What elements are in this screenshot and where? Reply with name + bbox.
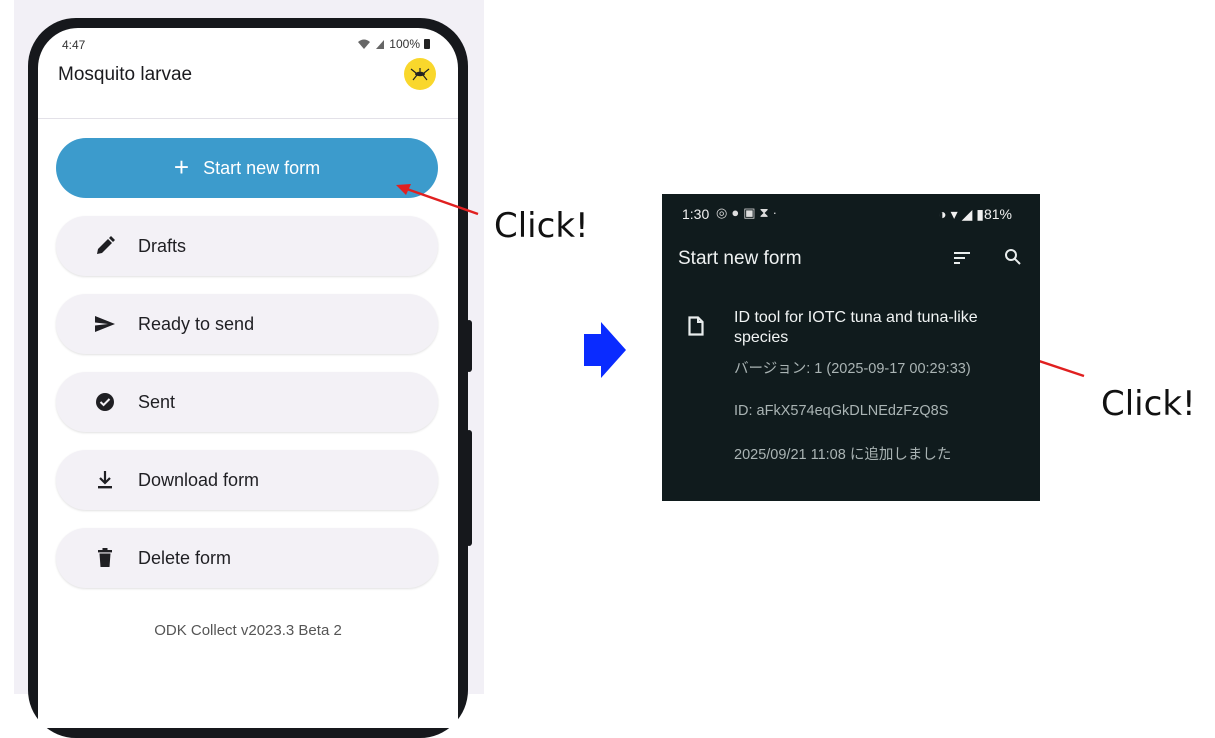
notification-icons: ◎●▣⧗· <box>716 205 781 221</box>
page-title: Start new form <box>678 248 802 269</box>
pencil-icon <box>90 236 120 256</box>
form-added-date: 2025/09/21 11:08 に追加しました <box>734 447 952 463</box>
hourglass-icon: ⧗ <box>759 205 773 220</box>
signal-icon: ◢ <box>961 206 973 222</box>
delete-form-label: Delete form <box>138 547 232 568</box>
form-title: ID tool for IOTC tuna and tuna-like spec… <box>734 309 978 346</box>
form-version: バージョン: 1 (2025-09-17 00:29:33) <box>734 361 971 377</box>
download-form-button[interactable]: Download form <box>56 450 438 510</box>
trash-icon <box>90 548 120 568</box>
signal-icon <box>376 39 385 49</box>
search-icon[interactable] <box>1004 248 1022 271</box>
start-new-form-button[interactable]: + Start new form <box>56 138 438 198</box>
dot-icon: · <box>772 205 781 220</box>
send-icon <box>90 315 120 333</box>
status-time: 1:30 <box>682 206 710 222</box>
page-title: Mosquito larvae <box>58 64 193 85</box>
download-icon <box>90 470 120 490</box>
wifi-icon: ▾ <box>950 206 958 222</box>
whatsapp-icon: ◎ <box>716 205 732 220</box>
appbar-divider <box>38 118 458 119</box>
drafts-button[interactable]: Drafts <box>56 216 438 276</box>
battery-icon: ▮ <box>976 206 984 222</box>
sent-button[interactable]: Sent <box>56 372 438 432</box>
battery-percent: 81% <box>983 206 1012 222</box>
ready-to-send-label: Ready to send <box>138 313 255 334</box>
delete-form-button[interactable]: Delete form <box>56 528 438 588</box>
wifi-icon <box>358 39 371 49</box>
sort-icon[interactable] <box>954 250 972 270</box>
phone-screen: 4:47 100% Mosquito larvae + Start new fo… <box>38 28 458 728</box>
start-new-form-screen: 1:30 ◎●▣⧗· ◑ ▾ ◢ ▮81% Start new form ID … <box>662 194 1040 501</box>
sent-label: Sent <box>138 391 176 412</box>
drafts-label: Drafts <box>138 235 187 256</box>
blue-next-arrow <box>584 322 626 378</box>
start-new-form-label: Start new form <box>203 157 321 178</box>
document-icon <box>688 316 704 341</box>
form-id: ID: aFkX574eqGkDLNEdzFzQ8S <box>734 403 949 419</box>
battery-icon <box>424 39 430 49</box>
status-bar: 4:47 100% <box>38 28 458 58</box>
click-annotation-left: Click! <box>494 206 589 246</box>
check-circle-icon <box>90 392 120 412</box>
status-indicators: ◑ ▾ ◢ ▮81% <box>938 206 1012 223</box>
status-indicators: 100% <box>357 37 430 51</box>
phone-side-button <box>466 320 472 372</box>
app-version: ODK Collect v2023.3 Beta 2 <box>154 622 342 639</box>
chat-icon: ● <box>731 205 744 220</box>
download-form-label: Download form <box>138 469 260 490</box>
ready-to-send-button[interactable]: Ready to send <box>56 294 438 354</box>
mosquito-icon[interactable] <box>404 58 436 90</box>
vibrate-icon: ◑ <box>938 206 947 222</box>
click-annotation-right: Click! <box>1101 384 1196 424</box>
calendar-icon: ▣ <box>743 205 760 220</box>
plus-icon: + <box>173 152 190 182</box>
status-time: 4:47 <box>62 38 86 52</box>
phone-side-button <box>466 430 472 546</box>
battery-percent: 100% <box>389 37 420 51</box>
